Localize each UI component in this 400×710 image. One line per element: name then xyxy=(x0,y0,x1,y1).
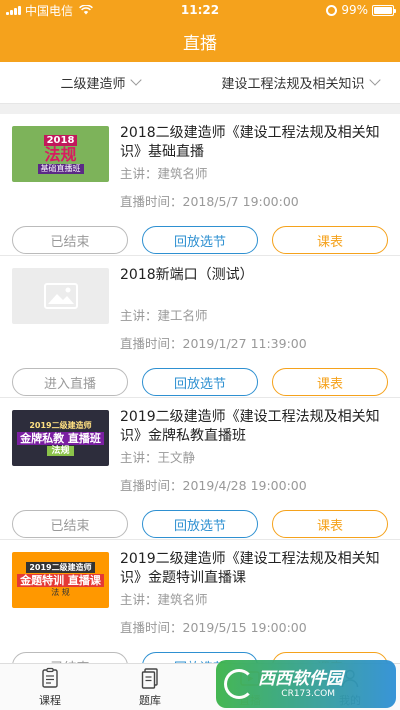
list-item: 2018 法规 基础直播班 2018二级建造师《建设工程法规及相关知识》基础直播… xyxy=(0,114,400,256)
course-time: 直播时间：2018/5/7 19:00:00 xyxy=(120,194,299,209)
exam-filter-dropdown[interactable]: 二级建造师 xyxy=(0,62,200,103)
course-time: 直播时间：2019/4/28 19:00:00 xyxy=(120,478,307,493)
status-bar: 中国电信 11:22 99% xyxy=(0,0,400,20)
watermark-logo: 西西软件园 CR173.COM xyxy=(216,660,396,708)
status-button[interactable]: 已结束 xyxy=(12,652,128,663)
watermark-url: CR173.COM xyxy=(281,688,335,699)
tab-courses[interactable]: 课程 xyxy=(0,664,100,710)
schedule-button[interactable]: 课表 xyxy=(272,226,388,254)
thumbnail-year: 2019二级建造师 xyxy=(29,421,92,430)
schedule-button[interactable]: 课表 xyxy=(272,510,388,538)
status-button[interactable]: 已结束 xyxy=(12,510,128,538)
carrier-label: 中国电信 xyxy=(25,3,74,18)
list-item: 2019二级建造师 金牌私教 直播班 法规 2019二级建造师《建设工程法规及相… xyxy=(0,398,400,540)
thumbnail-class: 金题特训 直播课 xyxy=(17,574,104,587)
replay-button[interactable]: 回放选节 xyxy=(142,510,258,538)
app-header: 中国电信 11:22 99% 直播 xyxy=(0,0,400,62)
course-title[interactable]: 2019二级建造师《建设工程法规及相关知识》金题特训直播课 xyxy=(120,550,388,588)
course-lecturer: 主讲：建筑名师 xyxy=(120,166,208,181)
course-title[interactable]: 2019二级建造师《建设工程法规及相关知识》金牌私教直播班 xyxy=(120,408,388,446)
battery-percent: 99% xyxy=(341,3,368,17)
subject-filter-dropdown[interactable]: 建设工程法规及相关知识 xyxy=(200,62,400,103)
thumbnail-year: 2018 xyxy=(43,134,78,146)
thumbnail-class: 金牌私教 直播班 xyxy=(17,432,104,445)
thumbnail-subject: 法规 xyxy=(44,144,77,164)
course-thumbnail[interactable] xyxy=(12,268,109,324)
thumbnail-subject: 法规 xyxy=(47,446,74,456)
filter-bar: 二级建造师 建设工程法规及相关知识 xyxy=(0,62,400,104)
course-title[interactable]: 2018新端口（测试） xyxy=(120,266,388,304)
chevron-down-icon xyxy=(368,74,381,86)
course-thumbnail[interactable]: 2019二级建造师 金牌私教 直播班 法规 xyxy=(12,410,109,466)
wifi-icon xyxy=(79,5,93,15)
exam-filter-label: 二级建造师 xyxy=(60,77,126,92)
list-item: 2018新端口（测试） 主讲：建工名师 直播时间：2019/1/27 11:39… xyxy=(0,256,400,398)
list-item: 2019二级建造师 金题特训 直播课 法 规 2019二级建造师《建设工程法规及… xyxy=(0,540,400,663)
enter-live-button[interactable]: 进入直播 xyxy=(12,368,128,396)
course-lecturer: 主讲：建筑名师 xyxy=(120,592,208,607)
watermark-circle-icon xyxy=(224,669,254,699)
tab-question-bank-label: 题库 xyxy=(139,693,161,707)
course-lecturer: 主讲：建工名师 xyxy=(120,308,208,323)
course-lecturer: 主讲：王文静 xyxy=(120,450,196,465)
alarm-icon xyxy=(326,4,338,16)
course-time: 直播时间：2019/5/15 19:00:00 xyxy=(120,620,307,635)
course-time: 直播时间：2019/1/27 11:39:00 xyxy=(120,336,307,351)
replay-button[interactable]: 回放选节 xyxy=(142,226,258,254)
watermark-text: 西西软件园 xyxy=(258,668,343,689)
course-thumbnail[interactable]: 2018 法规 基础直播班 xyxy=(12,126,109,182)
thumbnail-subject: 法 规 xyxy=(51,588,70,597)
subject-filter-label: 建设工程法规及相关知识 xyxy=(221,77,365,92)
tab-courses-label: 课程 xyxy=(39,693,61,707)
battery-icon xyxy=(372,4,396,16)
page-title: 直播 xyxy=(183,33,217,54)
live-course-list[interactable]: 2018 法规 基础直播班 2018二级建造师《建设工程法规及相关知识》基础直播… xyxy=(0,114,400,663)
schedule-button[interactable]: 课表 xyxy=(272,368,388,396)
course-title[interactable]: 2018二级建造师《建设工程法规及相关知识》基础直播 xyxy=(120,124,388,162)
document-icon xyxy=(141,667,158,689)
course-thumbnail[interactable]: 2019二级建造师 金题特训 直播课 法 规 xyxy=(12,552,109,608)
thumbnail-year: 2019二级建造师 xyxy=(26,562,95,573)
status-button[interactable]: 已结束 xyxy=(12,226,128,254)
clipboard-icon xyxy=(42,667,58,688)
replay-button[interactable]: 回放选节 xyxy=(142,368,258,396)
image-placeholder-icon xyxy=(43,283,78,309)
chevron-down-icon xyxy=(129,74,142,86)
tab-question-bank[interactable]: 题库 xyxy=(100,664,200,710)
thumbnail-class: 基础直播班 xyxy=(37,163,84,174)
signal-icon xyxy=(6,5,21,15)
